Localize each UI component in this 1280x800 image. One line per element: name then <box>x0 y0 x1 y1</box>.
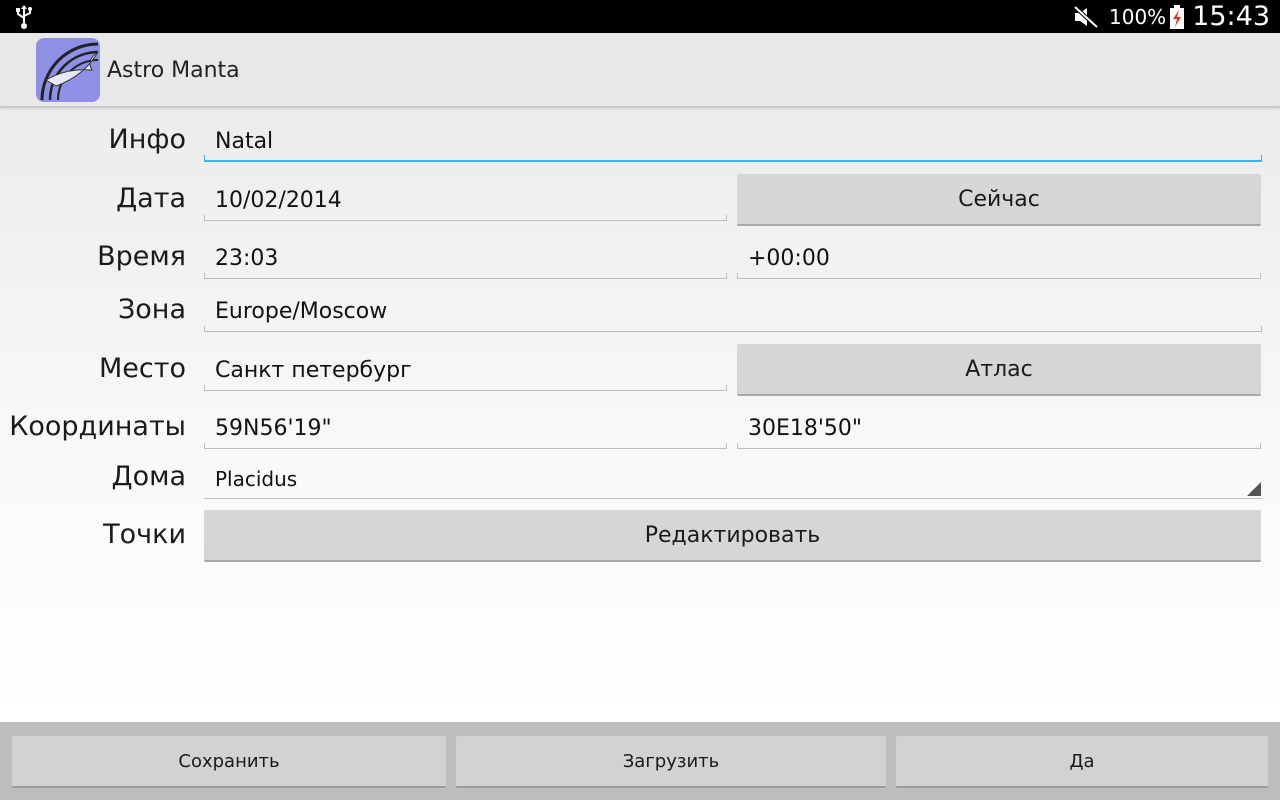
save-button[interactable]: Сохранить <box>12 736 446 788</box>
battery-percent: 100% <box>1109 4 1167 29</box>
info-label: Инфо <box>108 124 186 155</box>
atlas-button[interactable]: Атлас <box>737 344 1261 396</box>
coordinates-label: Координаты <box>9 411 186 442</box>
edit-points-button[interactable]: Редактировать <box>204 510 1261 562</box>
latitude-input[interactable]: 59N56'19" <box>204 409 727 449</box>
battery-charging-icon <box>1170 4 1185 29</box>
ok-button[interactable]: Да <box>896 736 1268 788</box>
now-button[interactable]: Сейчас <box>737 174 1261 226</box>
place-input[interactable]: Санкт петербург <box>204 351 727 391</box>
points-label: Точки <box>103 519 186 550</box>
chart-input-form: Инфо Natal Дата 10/02/2014 Сейчас Время … <box>0 110 1280 722</box>
houses-selected-value: Placidus <box>215 466 298 491</box>
info-input[interactable]: Natal <box>204 122 1262 162</box>
usb-icon <box>16 5 32 29</box>
mute-icon <box>1073 5 1099 28</box>
houses-spinner[interactable]: Placidus <box>204 459 1262 499</box>
time-input[interactable]: 23:03 <box>204 239 727 279</box>
action-bar: Astro Manta <box>0 33 1280 108</box>
place-label: Место <box>99 353 186 384</box>
load-button[interactable]: Загрузить <box>456 736 886 788</box>
time-label: Время <box>97 241 186 272</box>
houses-label: Дома <box>111 461 186 492</box>
status-clock: 15:43 <box>1192 1 1270 32</box>
zone-input[interactable]: Europe/Moscow <box>204 292 1262 332</box>
astro-manta-app-icon[interactable] <box>36 38 100 102</box>
date-label: Дата <box>116 183 186 214</box>
status-bar: 100% 15:43 <box>0 0 1280 33</box>
time-offset-input[interactable]: +00:00 <box>737 239 1261 279</box>
zone-label: Зона <box>117 294 186 325</box>
bottom-button-bar: Сохранить Загрузить Да <box>0 722 1280 800</box>
spinner-arrow-icon <box>1247 482 1261 496</box>
date-input[interactable]: 10/02/2014 <box>204 181 727 221</box>
app-title: Astro Manta <box>107 58 240 83</box>
longitude-input[interactable]: 30E18'50" <box>737 409 1261 449</box>
